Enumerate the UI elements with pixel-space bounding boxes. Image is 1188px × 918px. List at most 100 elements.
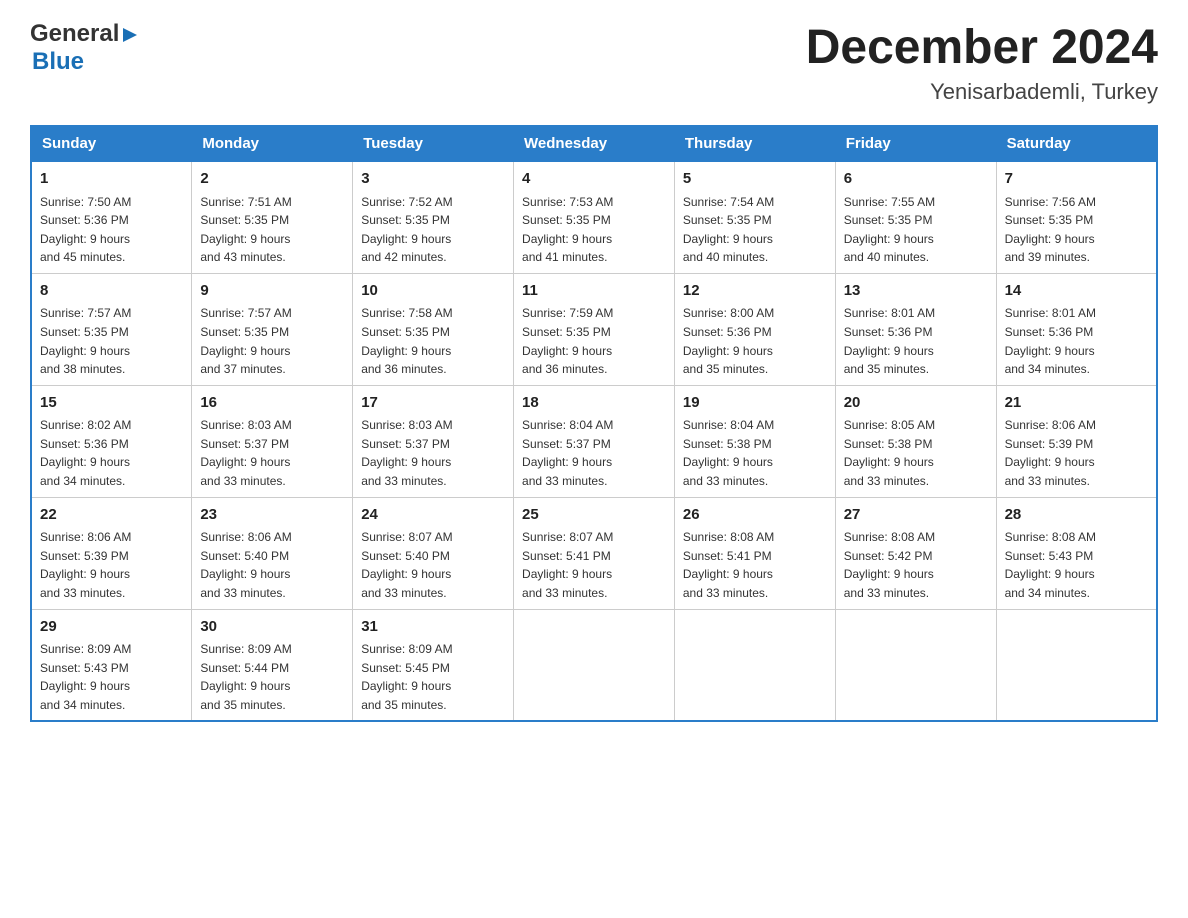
- calendar-cell: 10Sunrise: 7:58 AMSunset: 5:35 PMDayligh…: [353, 273, 514, 385]
- day-info: Sunrise: 7:51 AMSunset: 5:35 PMDaylight:…: [200, 193, 344, 267]
- day-number: 18: [522, 392, 666, 415]
- day-info: Sunrise: 8:07 AMSunset: 5:40 PMDaylight:…: [361, 528, 505, 602]
- day-number: 8: [40, 280, 183, 303]
- calendar-cell: [674, 609, 835, 721]
- day-number: 13: [844, 280, 988, 303]
- calendar-cell: 26Sunrise: 8:08 AMSunset: 5:41 PMDayligh…: [674, 497, 835, 609]
- calendar-cell: 31Sunrise: 8:09 AMSunset: 5:45 PMDayligh…: [353, 609, 514, 721]
- day-number: 19: [683, 392, 827, 415]
- calendar-cell: 14Sunrise: 8:01 AMSunset: 5:36 PMDayligh…: [996, 273, 1157, 385]
- logo-general-text: General: [30, 20, 119, 48]
- day-info: Sunrise: 8:01 AMSunset: 5:36 PMDaylight:…: [844, 304, 988, 378]
- day-info: Sunrise: 7:50 AMSunset: 5:36 PMDaylight:…: [40, 193, 183, 267]
- calendar-cell: 19Sunrise: 8:04 AMSunset: 5:38 PMDayligh…: [674, 385, 835, 497]
- week-row-1: 1Sunrise: 7:50 AMSunset: 5:36 PMDaylight…: [31, 161, 1157, 273]
- day-info: Sunrise: 8:01 AMSunset: 5:36 PMDaylight:…: [1005, 304, 1148, 378]
- day-number: 3: [361, 168, 505, 191]
- weekday-header-thursday: Thursday: [674, 126, 835, 161]
- weekday-header-saturday: Saturday: [996, 126, 1157, 161]
- weekday-header-sunday: Sunday: [31, 126, 192, 161]
- calendar-cell: 7Sunrise: 7:56 AMSunset: 5:35 PMDaylight…: [996, 161, 1157, 273]
- day-number: 5: [683, 168, 827, 191]
- logo-arrow-icon: [121, 26, 139, 44]
- logo: General Blue: [30, 20, 139, 76]
- calendar-cell: 5Sunrise: 7:54 AMSunset: 5:35 PMDaylight…: [674, 161, 835, 273]
- calendar-cell: 29Sunrise: 8:09 AMSunset: 5:43 PMDayligh…: [31, 609, 192, 721]
- day-number: 10: [361, 280, 505, 303]
- calendar-cell: [996, 609, 1157, 721]
- weekday-header-tuesday: Tuesday: [353, 126, 514, 161]
- day-info: Sunrise: 8:08 AMSunset: 5:43 PMDaylight:…: [1005, 528, 1148, 602]
- day-number: 17: [361, 392, 505, 415]
- day-number: 6: [844, 168, 988, 191]
- day-number: 29: [40, 616, 183, 639]
- calendar-cell: 2Sunrise: 7:51 AMSunset: 5:35 PMDaylight…: [192, 161, 353, 273]
- calendar-cell: [835, 609, 996, 721]
- calendar-cell: 12Sunrise: 8:00 AMSunset: 5:36 PMDayligh…: [674, 273, 835, 385]
- day-info: Sunrise: 8:05 AMSunset: 5:38 PMDaylight:…: [844, 416, 988, 490]
- day-number: 24: [361, 504, 505, 527]
- day-number: 27: [844, 504, 988, 527]
- day-number: 7: [1005, 168, 1148, 191]
- weekday-header-monday: Monday: [192, 126, 353, 161]
- calendar-cell: 4Sunrise: 7:53 AMSunset: 5:35 PMDaylight…: [514, 161, 675, 273]
- weekday-header-row: SundayMondayTuesdayWednesdayThursdayFrid…: [31, 126, 1157, 161]
- weekday-header-friday: Friday: [835, 126, 996, 161]
- day-info: Sunrise: 7:59 AMSunset: 5:35 PMDaylight:…: [522, 304, 666, 378]
- calendar-cell: 30Sunrise: 8:09 AMSunset: 5:44 PMDayligh…: [192, 609, 353, 721]
- day-info: Sunrise: 7:57 AMSunset: 5:35 PMDaylight:…: [40, 304, 183, 378]
- day-number: 26: [683, 504, 827, 527]
- calendar-cell: 21Sunrise: 8:06 AMSunset: 5:39 PMDayligh…: [996, 385, 1157, 497]
- week-row-2: 8Sunrise: 7:57 AMSunset: 5:35 PMDaylight…: [31, 273, 1157, 385]
- calendar-cell: 16Sunrise: 8:03 AMSunset: 5:37 PMDayligh…: [192, 385, 353, 497]
- day-info: Sunrise: 8:04 AMSunset: 5:37 PMDaylight:…: [522, 416, 666, 490]
- calendar-cell: 22Sunrise: 8:06 AMSunset: 5:39 PMDayligh…: [31, 497, 192, 609]
- calendar-cell: 28Sunrise: 8:08 AMSunset: 5:43 PMDayligh…: [996, 497, 1157, 609]
- day-info: Sunrise: 7:55 AMSunset: 5:35 PMDaylight:…: [844, 193, 988, 267]
- calendar-cell: 1Sunrise: 7:50 AMSunset: 5:36 PMDaylight…: [31, 161, 192, 273]
- week-row-5: 29Sunrise: 8:09 AMSunset: 5:43 PMDayligh…: [31, 609, 1157, 721]
- month-title: December 2024: [806, 20, 1158, 75]
- location-title: Yenisarbademli, Turkey: [806, 79, 1158, 105]
- weekday-header-wednesday: Wednesday: [514, 126, 675, 161]
- day-info: Sunrise: 8:09 AMSunset: 5:44 PMDaylight:…: [200, 640, 344, 714]
- calendar-cell: 11Sunrise: 7:59 AMSunset: 5:35 PMDayligh…: [514, 273, 675, 385]
- day-number: 9: [200, 280, 344, 303]
- calendar-cell: [514, 609, 675, 721]
- calendar-cell: 27Sunrise: 8:08 AMSunset: 5:42 PMDayligh…: [835, 497, 996, 609]
- day-info: Sunrise: 8:00 AMSunset: 5:36 PMDaylight:…: [683, 304, 827, 378]
- day-info: Sunrise: 8:07 AMSunset: 5:41 PMDaylight:…: [522, 528, 666, 602]
- day-number: 1: [40, 168, 183, 191]
- day-number: 15: [40, 392, 183, 415]
- day-number: 31: [361, 616, 505, 639]
- day-number: 12: [683, 280, 827, 303]
- calendar-cell: 13Sunrise: 8:01 AMSunset: 5:36 PMDayligh…: [835, 273, 996, 385]
- day-number: 16: [200, 392, 344, 415]
- day-info: Sunrise: 8:08 AMSunset: 5:41 PMDaylight:…: [683, 528, 827, 602]
- calendar-cell: 15Sunrise: 8:02 AMSunset: 5:36 PMDayligh…: [31, 385, 192, 497]
- calendar-cell: 6Sunrise: 7:55 AMSunset: 5:35 PMDaylight…: [835, 161, 996, 273]
- day-info: Sunrise: 7:54 AMSunset: 5:35 PMDaylight:…: [683, 193, 827, 267]
- day-number: 2: [200, 168, 344, 191]
- day-info: Sunrise: 8:09 AMSunset: 5:43 PMDaylight:…: [40, 640, 183, 714]
- day-info: Sunrise: 8:04 AMSunset: 5:38 PMDaylight:…: [683, 416, 827, 490]
- calendar-table: SundayMondayTuesdayWednesdayThursdayFrid…: [30, 125, 1158, 722]
- calendar-cell: 3Sunrise: 7:52 AMSunset: 5:35 PMDaylight…: [353, 161, 514, 273]
- calendar-cell: 17Sunrise: 8:03 AMSunset: 5:37 PMDayligh…: [353, 385, 514, 497]
- day-info: Sunrise: 8:03 AMSunset: 5:37 PMDaylight:…: [200, 416, 344, 490]
- day-info: Sunrise: 7:57 AMSunset: 5:35 PMDaylight:…: [200, 304, 344, 378]
- day-info: Sunrise: 8:06 AMSunset: 5:40 PMDaylight:…: [200, 528, 344, 602]
- title-section: December 2024 Yenisarbademli, Turkey: [806, 20, 1158, 105]
- day-number: 20: [844, 392, 988, 415]
- day-info: Sunrise: 8:08 AMSunset: 5:42 PMDaylight:…: [844, 528, 988, 602]
- day-number: 23: [200, 504, 344, 527]
- day-info: Sunrise: 7:52 AMSunset: 5:35 PMDaylight:…: [361, 193, 505, 267]
- day-info: Sunrise: 7:58 AMSunset: 5:35 PMDaylight:…: [361, 304, 505, 378]
- calendar-cell: 20Sunrise: 8:05 AMSunset: 5:38 PMDayligh…: [835, 385, 996, 497]
- day-info: Sunrise: 7:56 AMSunset: 5:35 PMDaylight:…: [1005, 193, 1148, 267]
- day-number: 14: [1005, 280, 1148, 303]
- day-number: 11: [522, 280, 666, 303]
- day-info: Sunrise: 8:09 AMSunset: 5:45 PMDaylight:…: [361, 640, 505, 714]
- week-row-4: 22Sunrise: 8:06 AMSunset: 5:39 PMDayligh…: [31, 497, 1157, 609]
- day-info: Sunrise: 8:06 AMSunset: 5:39 PMDaylight:…: [40, 528, 183, 602]
